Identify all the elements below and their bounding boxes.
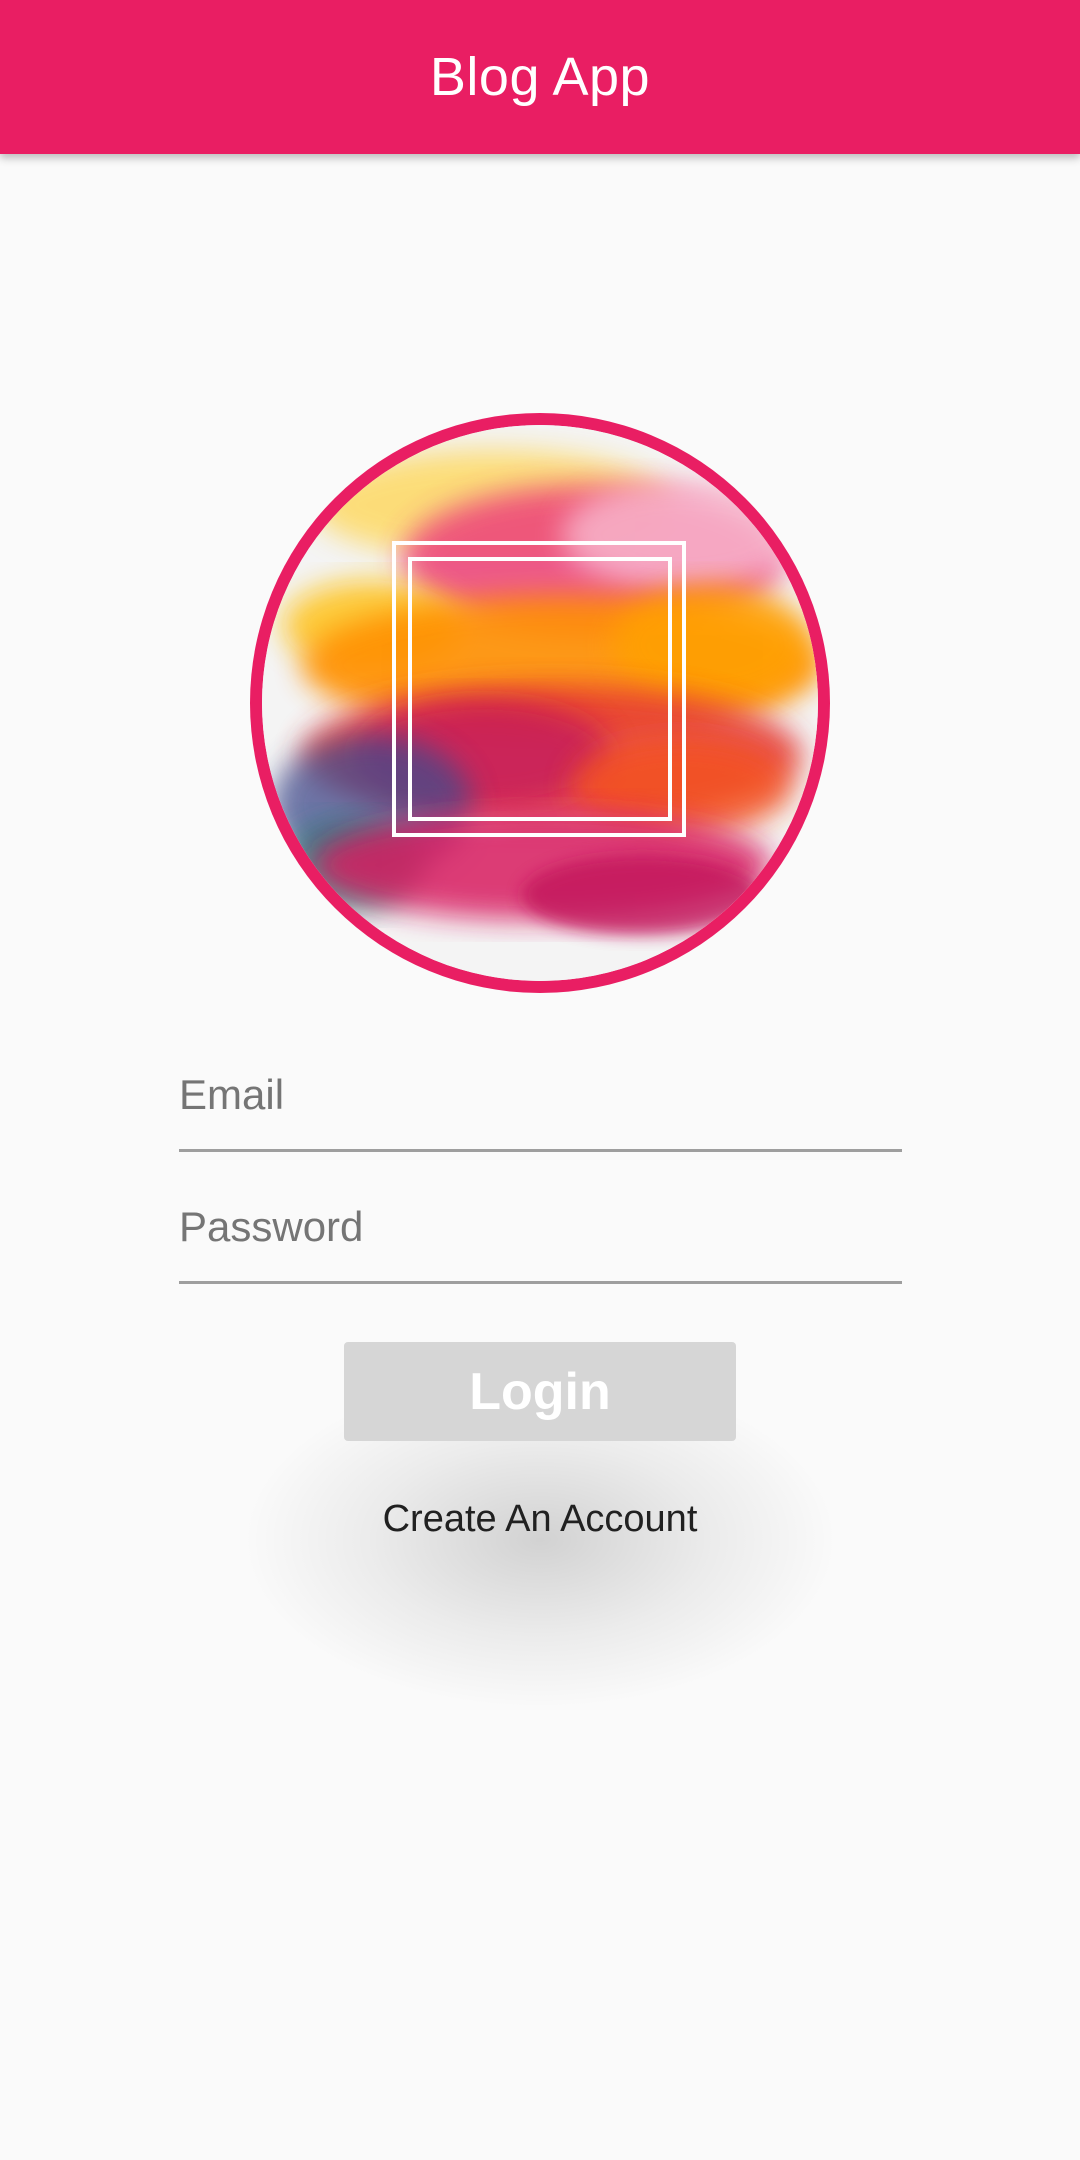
app-bar: Blog App	[0, 0, 1080, 154]
login-button[interactable]: Login	[344, 1342, 736, 1441]
password-field[interactable]	[179, 1184, 902, 1284]
avatar-frame	[250, 413, 830, 993]
create-account-link[interactable]: Create An Account	[0, 1498, 1080, 1541]
app-title: Blog App	[429, 47, 651, 107]
email-field[interactable]	[179, 1052, 902, 1152]
password-input[interactable]	[179, 1203, 902, 1251]
watercolor-logo-image	[262, 425, 818, 981]
email-input[interactable]	[179, 1071, 902, 1119]
avatar	[262, 425, 818, 981]
